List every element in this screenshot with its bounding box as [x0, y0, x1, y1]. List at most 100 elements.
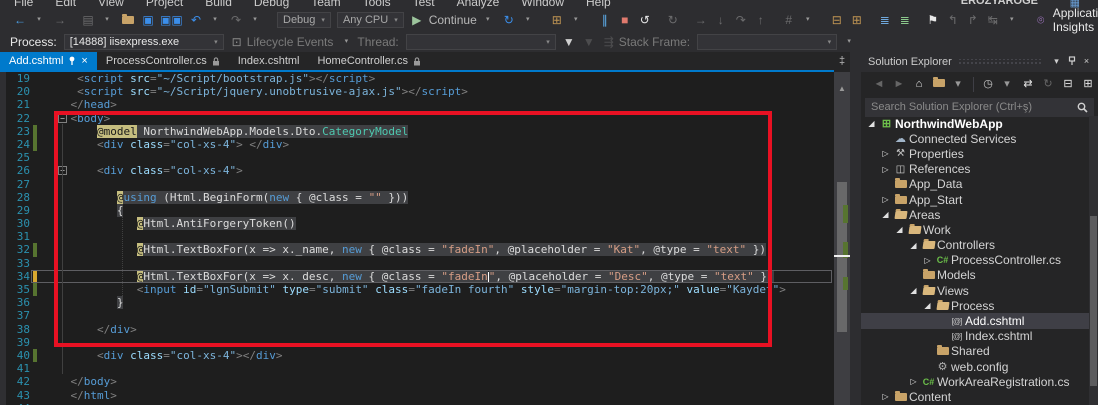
scrollbar-thumb[interactable]: [1090, 216, 1097, 386]
locals-window-button[interactable]: ≣: [895, 11, 915, 29]
tree-expander-icon[interactable]: ▷: [907, 377, 920, 386]
solution-explorer-titlebar[interactable]: Solution Explorer ▾×: [861, 52, 1098, 72]
tree-item-index-cshtml[interactable]: [@]Index.cshtml: [861, 329, 1089, 344]
tree-item-app-start[interactable]: ▷App_Start: [861, 192, 1089, 207]
tree-expander-icon[interactable]: ◢: [893, 225, 906, 234]
filter-minus-icon[interactable]: ▼: [579, 33, 599, 51]
lightbulb-icon[interactable]: ⌾: [1031, 11, 1051, 29]
tree-item-areas[interactable]: ◢Areas: [861, 207, 1089, 222]
tree-item-connected-services[interactable]: ☁Connected Services: [861, 131, 1089, 146]
clear-bookmarks-button[interactable]: ↹: [983, 11, 1003, 29]
back-button[interactable]: ←: [10, 11, 30, 29]
window-position-dropdown[interactable]: ▾: [1049, 56, 1064, 68]
tree-expander-icon[interactable]: ▷: [921, 256, 934, 265]
tree-expander-icon[interactable]: ◢: [907, 241, 920, 250]
lifecycle-icon[interactable]: ⊡: [227, 33, 247, 51]
code-line-22[interactable]: 22− <body>: [0, 112, 834, 125]
code-line-20[interactable]: 20 <script src="~/Script/jquery.unobtrus…: [0, 85, 834, 98]
code-line-31[interactable]: 31: [0, 230, 834, 243]
tree-item-work[interactable]: ◢Work: [861, 222, 1089, 237]
next-bookmark-button[interactable]: ↱: [963, 11, 983, 29]
browser-link-refresh-button[interactable]: ↻: [499, 11, 519, 29]
code-line-39[interactable]: 39: [0, 336, 834, 349]
thread-combo[interactable]: ▾: [406, 34, 556, 50]
menu-item-view[interactable]: View: [98, 0, 124, 9]
code-line-33[interactable]: 33: [0, 257, 834, 270]
prev-bookmark-button[interactable]: ↰: [943, 11, 963, 29]
code-line-42[interactable]: 42 </body>: [0, 375, 834, 388]
menu-item-build[interactable]: Build: [205, 0, 232, 9]
bookmark-button[interactable]: ⚑: [923, 11, 943, 29]
se-switch-views-button[interactable]: [929, 75, 949, 93]
process-combo[interactable]: [14888] iisexpress.exe▾: [64, 34, 224, 50]
tab-add-cshtml[interactable]: Add.cshtml×: [0, 52, 97, 70]
save-button[interactable]: ▣: [138, 11, 158, 29]
tree-expander-icon[interactable]: ◢: [907, 286, 920, 295]
solution-explorer-scrollbar[interactable]: [1089, 116, 1098, 405]
tree-expander-icon[interactable]: ▷: [879, 195, 892, 204]
se-switch-views-dropdown[interactable]: ▾: [948, 75, 968, 93]
tree-expander-icon[interactable]: ◢: [879, 210, 892, 219]
menu-items[interactable]: FileEditViewProjectBuildDebugTeamToolsTe…: [0, 0, 1098, 9]
code-line-35[interactable]: 35 <input id="lgnSubmit" type="submit" c…: [0, 283, 834, 296]
attach-dropdown[interactable]: ▾: [566, 11, 586, 29]
immediate-window-button[interactable]: ⊞: [847, 11, 867, 29]
tree-item-properties[interactable]: ▷⚒Properties: [861, 146, 1089, 161]
menu-item-edit[interactable]: Edit: [55, 0, 76, 9]
menu-item-window[interactable]: Window: [521, 0, 564, 9]
forward-button[interactable]: →: [50, 11, 70, 29]
code-editor[interactable]: 19 <script src="~/Script/bootstrap.js"><…: [0, 72, 850, 405]
code-line-41[interactable]: 41: [0, 362, 834, 375]
back-dropdown[interactable]: ▾: [29, 11, 49, 29]
se-refresh-button[interactable]: ↻: [1038, 75, 1058, 93]
editor-splitter-handle[interactable]: ‡: [834, 52, 850, 72]
break-all-button[interactable]: ∥: [595, 11, 615, 29]
process-bar-overflow[interactable]: ▾: [839, 33, 859, 51]
tree-expander-icon[interactable]: ▷: [879, 165, 892, 174]
code-line-24[interactable]: 24 <div class="col-xs-4"> </div>: [0, 138, 834, 151]
tree-item-references[interactable]: ▷◫References: [861, 162, 1089, 177]
stop-debugging-button[interactable]: ■: [615, 11, 635, 29]
code-line-25[interactable]: 25: [0, 151, 834, 164]
tree-expander-icon[interactable]: ▷: [879, 392, 892, 401]
tab-index-cshtml[interactable]: Index.cshtml: [229, 52, 309, 70]
close-icon[interactable]: ×: [81, 55, 87, 67]
tree-item-workarearegistration-cs[interactable]: ▷C#WorkAreaRegistration.cs: [861, 374, 1089, 389]
pin-icon[interactable]: [1064, 56, 1079, 68]
tree-item-shared[interactable]: Shared: [861, 344, 1089, 359]
menu-item-help[interactable]: Help: [586, 0, 611, 9]
continue-label[interactable]: Continue: [427, 13, 479, 27]
se-back-button[interactable]: ◄: [869, 75, 889, 93]
undo-button[interactable]: ↶: [186, 11, 206, 29]
flag-frames-icon[interactable]: ⇶: [599, 33, 619, 51]
step-over-button[interactable]: ↷: [731, 11, 751, 29]
hex-display-button[interactable]: #: [779, 11, 799, 29]
save-all-button[interactable]: ▣▣: [158, 11, 178, 29]
code-line-37[interactable]: 37: [0, 309, 834, 322]
step-into-button[interactable]: ↓: [711, 11, 731, 29]
tree-item-process[interactable]: ◢Process: [861, 298, 1089, 313]
tree-item-content[interactable]: ▷Content: [861, 389, 1089, 404]
tree-item-web-config[interactable]: ⚙web.config: [861, 359, 1089, 374]
code-line-29[interactable]: 29 {: [0, 204, 834, 217]
menu-item-file[interactable]: File: [14, 0, 33, 9]
continue-dropdown[interactable]: ▾: [478, 11, 498, 29]
code-line-40[interactable]: 40 <div class="col-xs-4"></div>: [0, 349, 834, 362]
open-file-button[interactable]: [118, 11, 138, 29]
code-line-43[interactable]: 43 </html>: [0, 389, 834, 402]
code-line-28[interactable]: 28 @using (Html.BeginForm(new { @class =…: [0, 191, 834, 204]
continue-button-play[interactable]: ▶: [407, 11, 427, 29]
redo-button[interactable]: ↷: [226, 11, 246, 29]
step-out-button[interactable]: ↑: [751, 11, 771, 29]
new-file-button[interactable]: ▤: [78, 11, 98, 29]
code-line-38[interactable]: 38 </div>: [0, 323, 834, 336]
code-line-23[interactable]: 23 @model NorthwindWebApp.Models.Dto.Cat…: [0, 125, 834, 138]
redo-dropdown[interactable]: ▾: [245, 11, 265, 29]
pin-icon[interactable]: [68, 56, 76, 66]
tree-item-processcontroller-cs[interactable]: ▷C#ProcessController.cs: [861, 253, 1089, 268]
code-line-32[interactable]: 32 @Html.TextBoxFor(x => x._name, new { …: [0, 243, 834, 256]
browser-link-dropdown[interactable]: ▾: [518, 11, 538, 29]
tab-processcontroller-cs[interactable]: ProcessController.cs: [97, 52, 229, 70]
code-line-36[interactable]: 36 }: [0, 296, 834, 309]
tree-item-views[interactable]: ◢Views: [861, 283, 1089, 298]
